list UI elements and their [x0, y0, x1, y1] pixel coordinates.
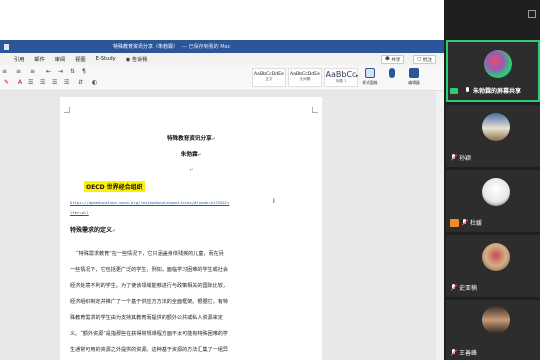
align-left-icon[interactable]: ☰	[28, 79, 33, 86]
section-heading: OECD 世界经合组织	[84, 181, 145, 192]
align-center-icon[interactable]: ☰	[40, 79, 45, 86]
editor-label: 编辑器	[408, 80, 420, 85]
participant-name: 王善峰	[459, 350, 478, 357]
comments-button[interactable]: □ 批注	[413, 55, 437, 64]
style-normal-label: 正文	[265, 77, 273, 81]
paragraph-line: “特殊需求教育”在一些情况下，它只涵盖身体残疾的儿童，而在另	[76, 251, 224, 257]
avatar	[482, 306, 510, 334]
participant-name: 杜媛	[470, 220, 483, 227]
menu-tell-me[interactable]: ◉ 告诉我	[126, 56, 148, 63]
crop-mark	[64, 107, 70, 113]
font-color-icon[interactable]: A	[18, 79, 22, 86]
share-button[interactable]: ☻ 共享	[381, 55, 405, 64]
participant-name: 朱勃霖的屏幕共享	[473, 88, 522, 95]
style-no-spacing[interactable]: AaBbCcDdEe 无间隔	[288, 68, 322, 87]
microphone-icon	[389, 68, 395, 78]
window-title: 特殊教育资讯分享（朱勃霖）	[113, 44, 179, 50]
participant-tile[interactable]: 朱勃霖的屏幕共享	[446, 40, 540, 102]
menu-review[interactable]: 审阅	[55, 56, 65, 63]
ribbon: ≡ ≡ ≡ ⇤ ⇥ ⇅ ¶ ✎ A ☰ ☰ ☰ ☰ ⇵ ◐ AaBbCcDdEe…	[0, 65, 444, 91]
screen: 特殊教育资讯分享（朱勃霖） — 已保存到我的 Mac 引用 邮件 审阅 视图 E…	[0, 0, 540, 360]
save-status: — 已保存到我的 Mac	[182, 44, 231, 50]
styles-pane-button[interactable]: 样式窗格	[358, 68, 382, 86]
paragraph-line: 生通常可用的资源之外提供的资源。这种基于资源的方法汇集了一组异	[70, 347, 228, 353]
sort-icon[interactable]: ⇅	[70, 68, 75, 75]
paragraph-line: 一些情况下，它包括更广泛的学生，例如，面临学习困难的学生或社会	[70, 267, 228, 273]
screen-share-icon	[450, 87, 458, 94]
crop-mark	[312, 107, 318, 113]
menu-view[interactable]: 视图	[75, 56, 85, 63]
doc-icon	[4, 43, 9, 50]
editor-button[interactable]: 编辑器	[402, 68, 426, 86]
document-author: 朱勃霖↵	[180, 152, 202, 158]
document-title: 特殊教育资讯分享↵	[166, 136, 216, 142]
word-window: 特殊教育资讯分享（朱勃霖） — 已保存到我的 Mac 引用 邮件 审阅 视图 E…	[0, 40, 444, 360]
avatar	[484, 50, 512, 78]
style-heading-1-label: 标题 1	[335, 79, 347, 83]
justify-icon[interactable]: ☰	[64, 79, 69, 86]
mic-muted-icon	[462, 219, 467, 226]
paragraph-line: 经济组织制定并推广了一个基于供应方方法的全面框架。根据它，有特	[70, 299, 228, 305]
style-heading-1[interactable]: AaBbCc 标题 1	[324, 68, 358, 87]
comment-icon: □	[417, 57, 422, 62]
style-heading-1-preview: AaBbCc	[325, 70, 357, 79]
editor-icon	[409, 68, 419, 78]
styles-pane-label: 样式窗格	[362, 80, 378, 85]
participant-tile[interactable]: 史亚楠	[446, 235, 540, 297]
person-icon: ☻	[385, 57, 390, 62]
highlight-icon[interactable]: ✎	[4, 79, 9, 86]
bullets-icon[interactable]: ≡	[2, 68, 7, 75]
mic-muted-icon	[451, 284, 456, 291]
multilevel-icon[interactable]: ≡	[30, 68, 35, 75]
numbering-icon[interactable]: ≡	[16, 68, 21, 75]
paragraph-line: 经济处境不利的学生。为了使该领域能够进行与政策相关的国际比较，	[70, 283, 228, 289]
participant-tile[interactable]: 王善峰	[446, 300, 540, 360]
menu-mailings[interactable]: 邮件	[34, 56, 44, 63]
participant-name: 史亚楠	[459, 285, 478, 292]
styles-pane-icon	[365, 68, 375, 78]
microphone-icon	[465, 87, 470, 94]
participant-name: 孙颖	[459, 155, 472, 162]
increase-indent-icon[interactable]: ⇥	[58, 68, 63, 75]
participants-panel: 朱勃霖的屏幕共享 孙颖 杜媛 史亚楠 王善峰	[444, 0, 540, 360]
title-bar: 特殊教育资讯分享（朱勃霖） — 已保存到我的 Mac	[0, 40, 444, 53]
participant-name-bar: 王善峰	[446, 347, 477, 358]
pilcrow-icon[interactable]: ¶	[82, 68, 86, 75]
line-spacing-icon[interactable]: ⇵	[78, 79, 83, 86]
participant-name-bar: 史亚楠	[446, 282, 477, 293]
participant-tile[interactable]: 杜媛	[446, 170, 540, 232]
paragraph-mark: ↵	[190, 167, 194, 172]
dictate-button[interactable]	[380, 68, 404, 80]
avatar	[482, 243, 510, 271]
participant-name-bar: 孙颖	[446, 152, 471, 163]
document-page[interactable]: 特殊教育资讯分享↵ 朱勃霖↵ ↵ OECD 世界经合组织 https://apa…	[60, 97, 322, 360]
subheading: 特殊需求的定义↵	[70, 227, 116, 234]
shading-icon[interactable]: ◐	[92, 79, 97, 86]
decrease-indent-icon[interactable]: ⇤	[46, 68, 51, 75]
document-area: 特殊教育资讯分享↵ 朱勃霖↵ ↵ OECD 世界经合组织 https://apa…	[0, 91, 444, 360]
paragraph-line: 殊教育需求的学生由为支持其教育而提供的额外公共或私人资源来定	[70, 315, 223, 321]
user-badge-icon	[450, 218, 459, 227]
participant-tile[interactable]: 孙颖	[446, 105, 540, 167]
mic-muted-icon	[451, 349, 456, 356]
link-line-2[interactable]: lter=all	[70, 210, 89, 215]
menu-estudy[interactable]: E-Study	[96, 56, 116, 62]
style-normal[interactable]: AaBbCcDdEe 正文	[252, 68, 286, 87]
panel-top-strip	[444, 0, 540, 38]
mic-muted-icon	[451, 154, 456, 161]
expand-icon[interactable]	[528, 10, 536, 18]
participant-name-bar: 杜媛	[446, 217, 482, 228]
paragraph-line: 义。“额外资源”是指那些在获得常规课程方面不太可能有特殊困难的学	[70, 331, 229, 337]
menu-references[interactable]: 引用	[14, 56, 24, 63]
menu-bar: 引用 邮件 审阅 视图 E-Study ◉ 告诉我 ☻ 共享 □ 批注	[0, 53, 444, 65]
avatar	[482, 113, 510, 141]
align-right-icon[interactable]: ☰	[52, 79, 57, 86]
link-line-1[interactable]: https://apaeducation.oecd.org/reviewduca…	[70, 200, 229, 205]
style-no-spacing-label: 无间隔	[299, 77, 311, 81]
text-cursor: I	[273, 198, 275, 205]
avatar	[482, 178, 510, 206]
vertical-scrollbar[interactable]	[436, 91, 444, 360]
participant-name-bar: 朱勃霖的屏幕共享	[448, 85, 521, 96]
